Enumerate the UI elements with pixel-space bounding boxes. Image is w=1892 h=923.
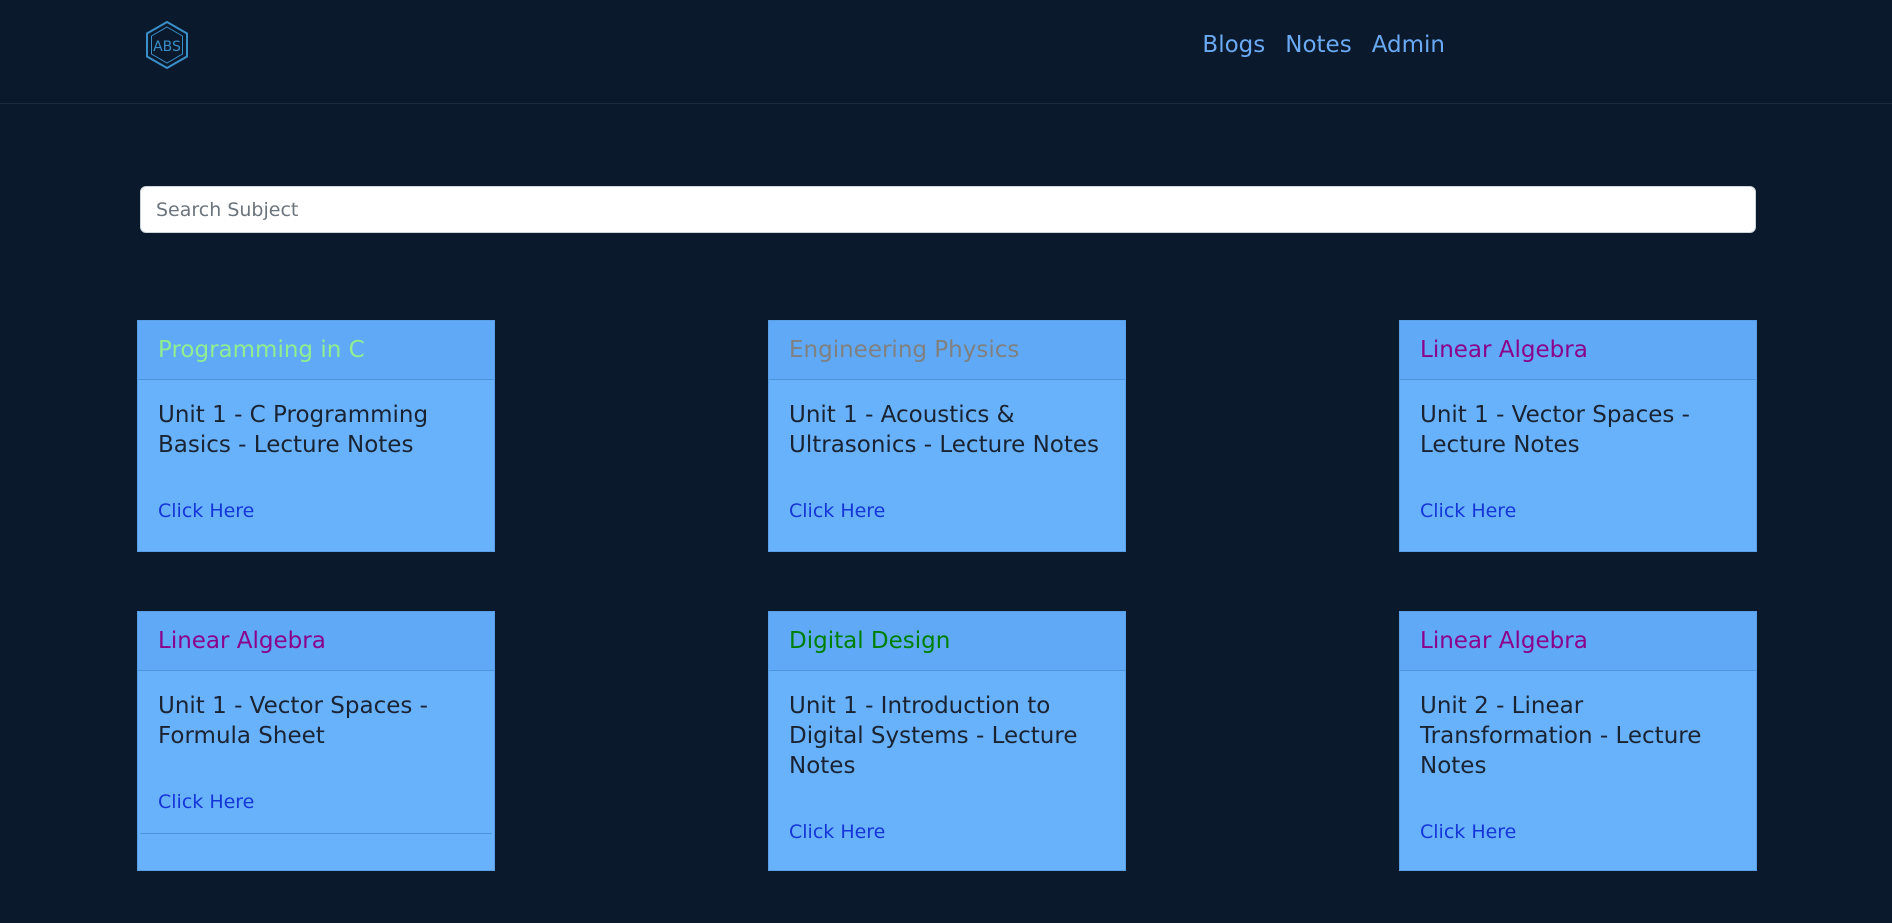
card-header: Linear Algebra bbox=[1400, 612, 1756, 671]
card-title: Linear Algebra bbox=[1420, 337, 1588, 363]
card-footer bbox=[140, 833, 492, 861]
note-card: Engineering Physics Unit 1 - Acoustics &… bbox=[768, 320, 1126, 552]
card-text: Unit 1 - Vector Spaces - Formula Sheet bbox=[158, 693, 428, 749]
nav-links: Blogs Notes Admin bbox=[1202, 32, 1445, 58]
navbar: ABS Blogs Notes Admin bbox=[0, 0, 1892, 104]
search-input[interactable] bbox=[140, 186, 1756, 233]
card-body: Unit 1 - C Programming Basics - Lecture … bbox=[138, 380, 494, 522]
card-text: Unit 2 - Linear Transformation - Lecture… bbox=[1420, 693, 1702, 779]
note-card: Programming in C Unit 1 - C Programming … bbox=[137, 320, 495, 552]
card-body: Unit 1 - Acoustics & Ultrasonics - Lectu… bbox=[769, 380, 1125, 522]
click-here-link[interactable]: Click Here bbox=[1420, 500, 1736, 522]
note-card: Linear Algebra Unit 1 - Vector Spaces - … bbox=[1399, 320, 1757, 552]
card-header: Programming in C bbox=[138, 321, 494, 380]
click-here-link[interactable]: Click Here bbox=[789, 500, 1105, 522]
card-text: Unit 1 - Acoustics & Ultrasonics - Lectu… bbox=[789, 402, 1100, 458]
nav-link-blogs[interactable]: Blogs bbox=[1202, 32, 1265, 58]
click-here-link[interactable]: Click Here bbox=[158, 500, 474, 522]
note-card: Linear Algebra Unit 2 - Linear Transform… bbox=[1399, 611, 1757, 871]
card-header: Engineering Physics bbox=[769, 321, 1125, 380]
card-body: Unit 1 - Vector Spaces - Formula Sheet C… bbox=[138, 671, 494, 813]
click-here-link[interactable]: Click Here bbox=[1420, 821, 1736, 843]
card-title: Programming in C bbox=[158, 337, 365, 363]
svg-text:ABS: ABS bbox=[153, 39, 181, 55]
nav-link-admin[interactable]: Admin bbox=[1372, 32, 1445, 58]
logo-icon[interactable]: ABS bbox=[142, 20, 192, 70]
card-header: Linear Algebra bbox=[1400, 321, 1756, 380]
click-here-link[interactable]: Click Here bbox=[158, 791, 474, 813]
click-here-link[interactable]: Click Here bbox=[789, 821, 1105, 843]
card-text: Unit 1 - C Programming Basics - Lecture … bbox=[158, 402, 429, 458]
card-text: Unit 1 - Introduction to Digital Systems… bbox=[789, 693, 1078, 779]
card-text: Unit 1 - Vector Spaces - Lecture Notes bbox=[1420, 402, 1690, 458]
card-body: Unit 2 - Linear Transformation - Lecture… bbox=[1400, 671, 1756, 843]
card-title: Linear Algebra bbox=[158, 628, 326, 654]
card-title: Linear Algebra bbox=[1420, 628, 1588, 654]
search-container bbox=[140, 186, 1756, 233]
note-card: Linear Algebra Unit 1 - Vector Spaces - … bbox=[137, 611, 495, 871]
nav-link-notes[interactable]: Notes bbox=[1285, 32, 1351, 58]
card-header: Digital Design bbox=[769, 612, 1125, 671]
card-body: Unit 1 - Introduction to Digital Systems… bbox=[769, 671, 1125, 843]
card-title: Engineering Physics bbox=[789, 337, 1020, 363]
card-title: Digital Design bbox=[789, 628, 951, 654]
card-body: Unit 1 - Vector Spaces - Lecture Notes C… bbox=[1400, 380, 1756, 522]
note-card: Digital Design Unit 1 - Introduction to … bbox=[768, 611, 1126, 871]
card-header: Linear Algebra bbox=[138, 612, 494, 671]
